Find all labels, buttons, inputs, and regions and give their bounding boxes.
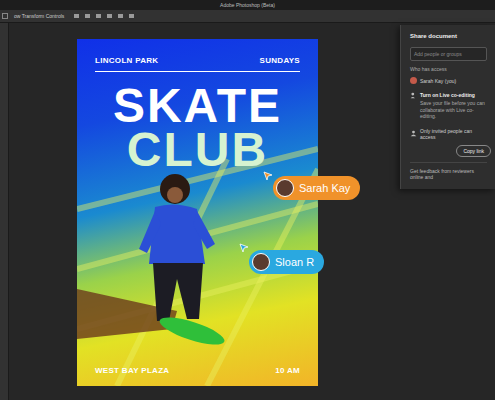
- user-icon: [410, 130, 417, 137]
- align-icon[interactable]: [118, 14, 123, 18]
- poster-text-layer: LINCOLN PARK SUNDAYS SKATECLUB WEST BAY PLA…: [77, 39, 318, 386]
- venue-text[interactable]: WEST BAY PLAZA: [95, 366, 169, 375]
- align-icon[interactable]: [107, 14, 112, 18]
- share-title: Share document: [410, 33, 487, 39]
- title-line: SKATE: [113, 84, 282, 128]
- poster-footer: WEST BAY PLAZA 10 AM: [77, 366, 318, 386]
- poster-title[interactable]: SKATECLUB: [77, 84, 318, 172]
- person-row: Sarah Kay (you): [410, 77, 487, 84]
- transform-controls-label[interactable]: ow Transform Controls: [14, 13, 64, 19]
- title-line: CLUB: [127, 128, 268, 172]
- photoshop-window: Adobe Photoshop (Beta) ow Transform Contr…: [0, 0, 495, 400]
- avatar-icon: [252, 253, 270, 271]
- header-rule: [95, 71, 300, 72]
- collaborator-cursor-icon: [239, 243, 249, 253]
- align-icon[interactable]: [96, 14, 101, 18]
- copy-link-button[interactable]: Copy link: [456, 145, 491, 157]
- location-text[interactable]: LINCOLN PARK: [95, 56, 158, 65]
- align-icon[interactable]: [74, 14, 79, 18]
- access-heading: Who has access: [410, 66, 487, 72]
- coedit-text: Save your file before you can collaborat…: [420, 100, 487, 120]
- collaborator-name: Sarah Kay: [299, 182, 350, 194]
- align-icon[interactable]: [129, 14, 134, 18]
- avatar-icon: [410, 77, 417, 84]
- access-setting[interactable]: Only invited people can access: [410, 128, 487, 140]
- coedit-title: Turn on Live co-editing: [420, 92, 487, 98]
- checkbox-icon[interactable]: [2, 13, 8, 19]
- window-title: Adobe Photoshop (Beta): [220, 2, 275, 8]
- coedit-card[interactable]: Turn on Live co-editing Save your file be…: [410, 89, 487, 123]
- avatar-icon: [276, 179, 294, 197]
- feedback-text[interactable]: Get feedback from reviewers online and: [410, 162, 487, 181]
- collaborator-name: Sloan R: [275, 256, 314, 268]
- title-bar: Adobe Photoshop (Beta): [0, 0, 495, 10]
- people-icon: [410, 92, 417, 99]
- poster: LINCOLN PARK SUNDAYS SKATECLUB WEST BAY PLA…: [77, 39, 318, 386]
- collaborator-cursor-icon: [263, 171, 273, 181]
- people-input[interactable]: Add people or groups: [410, 47, 487, 61]
- poster-header: LINCOLN PARK SUNDAYS: [77, 39, 318, 65]
- options-bar: ow Transform Controls: [0, 10, 495, 23]
- share-panel: Share document Add people or groups Who ha…: [400, 25, 495, 189]
- align-icon[interactable]: [85, 14, 90, 18]
- time-text[interactable]: 10 AM: [275, 366, 300, 375]
- day-text[interactable]: SUNDAYS: [260, 56, 300, 65]
- tools-panel: [0, 23, 9, 400]
- collaborator-label: Sarah Kay: [273, 176, 360, 200]
- collaborator-label: Sloan R: [249, 250, 324, 274]
